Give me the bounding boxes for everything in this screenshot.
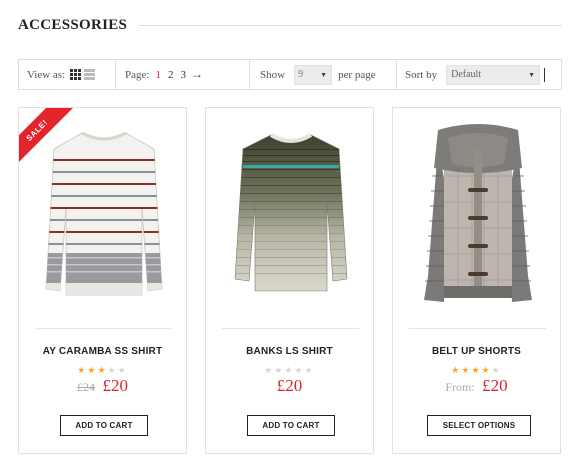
star-icon: ★ (117, 365, 128, 375)
sale-price: £20 (102, 376, 128, 395)
product-image[interactable] (19, 108, 186, 320)
add-to-cart-button[interactable]: ADD TO CART (247, 415, 335, 436)
star-rating: ★★★★★ (19, 365, 186, 376)
chevron-down-icon: ▼ (528, 70, 536, 79)
sort-value: Default (451, 69, 482, 80)
star-icon: ★ (471, 365, 482, 375)
page-link-1[interactable]: 1 (155, 69, 161, 81)
striped-sweater-image (45, 131, 162, 296)
page-label: Page: (125, 68, 150, 81)
star-rating: ★★★★★ (206, 365, 373, 376)
price: £20 (482, 376, 508, 395)
product-card: BANKS LS SHIRT ★★★★★ £20 ADD TO CART (205, 107, 374, 454)
sort-control: Sort by Default ▼ (397, 60, 561, 89)
star-icon: ★ (107, 365, 118, 375)
pagination: Page: 1 2 3 → (116, 60, 250, 89)
page-title: ACCESSORIES (18, 16, 128, 33)
show-label: Show (260, 68, 286, 81)
per-page-control: Show 9 ▼ per page (250, 60, 397, 89)
product-image[interactable] (206, 108, 373, 320)
per-page-select[interactable]: 9 ▼ (294, 64, 333, 85)
list-view-icon[interactable] (84, 69, 96, 80)
sort-select[interactable]: Default ▼ (446, 64, 541, 85)
catalog-toolbar: View as: Page: 1 2 3 → Show 9 ▼ per page… (18, 59, 562, 90)
star-icon: ★ (304, 365, 315, 375)
price-row: £20 (206, 376, 373, 396)
view-as-label: View as: (27, 68, 66, 81)
knit-jacket-image (423, 124, 532, 302)
price-row: From: £20 (393, 376, 560, 396)
from-label: From: (445, 380, 475, 394)
chevron-down-icon: ▼ (320, 70, 328, 79)
star-icon: ★ (97, 365, 108, 375)
product-name[interactable]: BANKS LS SHIRT (206, 346, 373, 357)
title-divider (139, 24, 562, 26)
card-divider (222, 328, 359, 329)
per-page-label: per page (338, 68, 376, 81)
product-image[interactable] (393, 108, 560, 320)
product-name[interactable]: BELT UP SHORTS (393, 346, 560, 357)
gradient-stripe-shirt-image (234, 133, 347, 292)
product-name[interactable]: AY CARAMBA SS SHIRT (19, 346, 186, 357)
next-page-arrow-icon[interactable]: → (191, 67, 203, 82)
star-icon: ★ (274, 365, 285, 375)
view-switcher: View as: (19, 60, 116, 89)
page-header: ACCESSORIES (18, 14, 562, 36)
price: £20 (276, 376, 303, 395)
star-icon: ★ (491, 365, 502, 375)
grid-view-icon[interactable] (70, 69, 82, 80)
card-divider (409, 328, 546, 329)
sort-label: Sort by (405, 68, 438, 81)
star-icon: ★ (264, 365, 275, 375)
text-cursor (544, 67, 546, 82)
star-icon: ★ (77, 365, 88, 375)
star-icon: ★ (481, 365, 492, 375)
star-rating: ★★★★★ (393, 365, 560, 376)
select-options-button[interactable]: SELECT OPTIONS (427, 415, 531, 436)
page-link-3[interactable]: 3 (180, 69, 186, 81)
product-card: SALE! AY CARAMBA SS SHIRT ★★★★★ £24 £20 … (18, 107, 187, 454)
price-row: £24 £20 (19, 376, 186, 396)
star-icon: ★ (284, 365, 295, 375)
product-card: BELT UP SHORTS ★★★★★ From: £20 SELECT OP… (392, 107, 561, 454)
add-to-cart-button[interactable]: ADD TO CART (60, 415, 148, 436)
per-page-value: 9 (298, 69, 304, 80)
card-divider (35, 328, 172, 329)
star-icon: ★ (451, 365, 462, 375)
star-icon: ★ (294, 365, 305, 375)
old-price: £24 (77, 380, 96, 394)
star-icon: ★ (461, 365, 472, 375)
star-icon: ★ (87, 365, 98, 375)
page-link-2[interactable]: 2 (168, 69, 174, 81)
